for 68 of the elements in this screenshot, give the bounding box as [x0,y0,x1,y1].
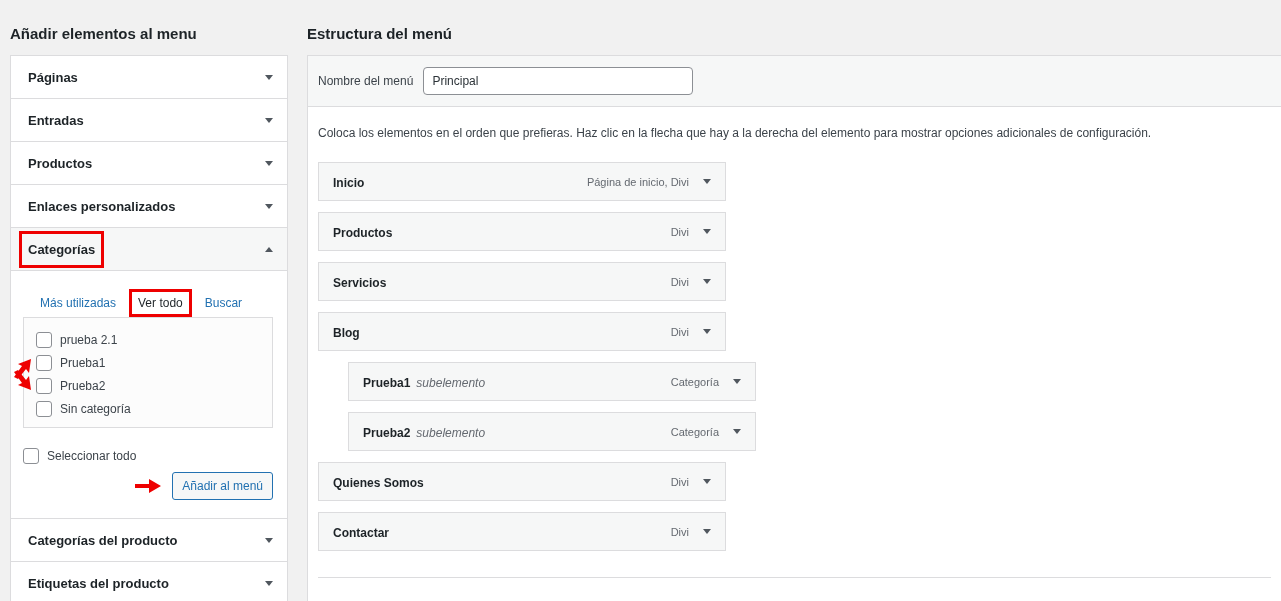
checkbox-label: Seleccionar todo [47,449,137,463]
menu-item-title: Servicios [333,275,387,290]
caret-down-icon[interactable] [703,279,711,284]
section-label: Etiquetas del producto [27,574,170,593]
checkbox[interactable] [36,355,52,371]
menu-item[interactable]: Contactar Divi [318,512,726,551]
item-type: Categoría [670,375,719,388]
caret-down-icon [265,117,273,123]
caret-down-icon [265,74,273,80]
item-type: Divi [670,275,689,288]
item-type: Página de inicio, Divi [586,175,689,188]
menu-item-title: Quienes Somos [333,475,424,490]
menu-item[interactable]: Blog Divi [318,312,726,351]
menu-item[interactable]: Quienes Somos Divi [318,462,726,501]
caret-down-icon[interactable] [703,479,711,484]
checkbox-label: Prueba1 [60,356,106,370]
checkbox[interactable] [36,378,52,394]
menu-item-title: Contactar [333,525,389,540]
tab[interactable]: Buscar [195,289,252,317]
caret-down-icon [265,580,273,586]
section-label: Categorías del producto [27,531,179,550]
item-type: Categoría [670,425,719,438]
item-note: subelemento [416,375,486,390]
checkbox[interactable] [36,401,52,417]
caret-down-icon[interactable] [703,179,711,184]
menu-item-title: Prueba1 [363,375,411,390]
menu-item[interactable]: Servicios Divi [318,262,726,301]
item-type: Divi [670,325,689,338]
section-label: Páginas [27,68,79,87]
menu-item-title: Prueba2 [363,425,411,440]
tab[interactable]: Más utilizadas [31,289,126,317]
caret-up-icon [265,246,273,252]
tab[interactable]: Ver todo [129,289,192,317]
checkbox-label: Prueba2 [60,379,106,393]
menu-item-title: Inicio [333,175,365,190]
caret-down-icon[interactable] [703,529,711,534]
item-type: Divi [670,525,689,538]
caret-down-icon[interactable] [733,429,741,434]
caret-down-icon [265,160,273,166]
menu-item[interactable]: Inicio Página de inicio, Divi [318,162,726,201]
section-label: Enlaces personalizados [27,197,177,216]
instructions-text: Coloca los elementos en el orden que prefieras. Haz clic en la flecha que hay a la derecha del elemento para mostrar opciones adicionales de configuración. [318,126,1153,140]
menu-item[interactable]: Prueba1 subelemento Categoría [348,362,756,401]
checkbox-label: Sin categoría [60,402,131,416]
checkbox[interactable] [23,448,39,464]
menu-name-input[interactable]: Principal [423,67,694,95]
item-type: Divi [670,475,689,488]
section-label: Productos [27,154,94,173]
checkbox[interactable] [36,332,52,348]
checkbox-label: prueba 2.1 [60,333,118,347]
menu-item-title: Blog [333,325,360,340]
caret-down-icon [265,537,273,543]
item-note: subelemento [416,425,486,440]
menu-item[interactable]: Productos Divi [318,212,726,251]
panel-title: Estructura del menú [307,25,454,42]
caret-down-icon[interactable] [733,379,741,384]
menu-item-title: Productos [333,225,393,240]
item-type: Divi [670,225,689,238]
menu-item[interactable]: Prueba2 subelemento Categoría [348,412,756,451]
caret-down-icon[interactable] [703,329,711,334]
caret-down-icon[interactable] [703,229,711,234]
field-label: Nombre del menú [318,74,414,88]
add-to-menu-button[interactable]: Añadir al menú [172,472,273,500]
accordion-header[interactable]: Categorías [11,227,287,270]
panel-title: Añadir elementos al menu [10,25,198,42]
caret-down-icon [265,203,273,209]
section-label: Entradas [27,111,85,130]
section-label: Categorías [19,230,105,268]
